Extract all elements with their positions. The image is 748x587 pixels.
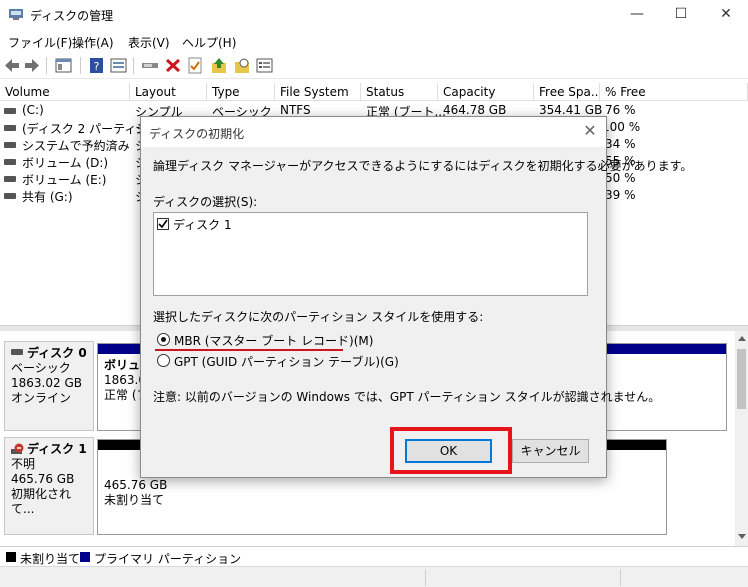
toolbar: ? — [0, 52, 748, 79]
ok-highlight-annotation — [390, 427, 512, 474]
disk-icon — [11, 349, 23, 355]
checkmark-icon — [158, 219, 168, 229]
dialog-note: 注意: 以前のバージョンの Windows では、GPT パーティション スタイ… — [153, 390, 661, 404]
disk-error-icon — [11, 443, 24, 454]
legend: 未割り当て プライマリ パーティション — [0, 546, 748, 566]
dialog-close-icon[interactable]: ✕ — [580, 121, 600, 141]
menu-action[interactable]: 操作(A) — [72, 34, 114, 51]
properties-icon[interactable] — [55, 57, 73, 74]
window-title: ディスクの管理 — [30, 9, 114, 23]
cancel-button[interactable]: キャンセル — [512, 439, 589, 463]
search-icon[interactable] — [233, 57, 251, 74]
help-icon[interactable]: ? — [88, 57, 106, 74]
check-icon[interactable] — [186, 57, 204, 74]
drive-icon — [4, 193, 16, 199]
disk-1-label[interactable]: ディスク 1 不明 465.76 GB 初期化されて... — [4, 437, 94, 535]
col-percent-free[interactable]: % Free — [600, 83, 748, 101]
dialog-intro: 論理ディスク マネージャーがアクセスできるようにするにはディスクを初期化する必要… — [153, 159, 693, 173]
maximize-button[interactable]: ☐ — [659, 0, 703, 30]
view-icon[interactable] — [110, 57, 128, 74]
col-layout[interactable]: Layout — [130, 83, 207, 101]
col-status[interactable]: Status — [361, 83, 438, 101]
partition-style-label: 選択したディスクに次のパーティション スタイルを使用する: — [153, 310, 484, 324]
minimize-button[interactable]: — — [615, 0, 659, 30]
dialog-title: ディスクの初期化 — [149, 127, 245, 141]
forward-icon[interactable] — [23, 57, 41, 74]
connect-icon[interactable] — [141, 57, 159, 74]
delete-icon[interactable] — [164, 57, 182, 74]
drive-icon — [4, 108, 16, 114]
primary-swatch — [80, 552, 90, 562]
disk-1-checkbox[interactable] — [157, 218, 169, 230]
col-type[interactable]: Type — [207, 83, 275, 101]
mbr-radio-label[interactable]: MBR (マスター ブート レコード)(M) — [174, 332, 373, 349]
disk-view-scrollbar[interactable] — [735, 331, 748, 546]
initialize-disk-dialog: ディスクの初期化 ✕ 論理ディスク マネージャーがアクセスできるようにするにはデ… — [140, 116, 692, 478]
disk-1-item-label: ディスク 1 — [173, 218, 232, 232]
col-volume[interactable]: Volume — [0, 83, 130, 101]
drive-icon — [4, 159, 16, 165]
mbr-underline-annotation — [155, 349, 343, 351]
disk-0-label[interactable]: ディスク 0 ベーシック 1863.02 GB オンライン — [4, 341, 94, 431]
up-icon[interactable] — [210, 57, 228, 74]
close-button[interactable]: ✕ — [704, 0, 748, 30]
menu-file[interactable]: ファイル(F) — [8, 34, 72, 51]
drive-icon — [4, 125, 16, 131]
menu-view[interactable]: 表示(V) — [128, 34, 170, 51]
drive-icon — [4, 142, 16, 148]
dialog-titlebar: ディスクの初期化 ✕ — [141, 117, 606, 147]
back-icon[interactable] — [3, 57, 21, 74]
col-free-space[interactable]: Free Spa... — [534, 83, 600, 101]
window-titlebar: ディスクの管理 — ☐ ✕ — [0, 0, 748, 30]
list-icon[interactable] — [256, 57, 274, 74]
scroll-thumb[interactable] — [737, 349, 746, 409]
drive-icon — [4, 176, 16, 182]
menu-help[interactable]: ヘルプ(H) — [182, 34, 236, 51]
scroll-up-icon[interactable] — [738, 336, 746, 341]
disk-select-label: ディスクの選択(S): — [153, 195, 258, 209]
disk-management-app-icon — [9, 9, 23, 20]
mbr-radio[interactable] — [157, 333, 170, 346]
col-capacity[interactable]: Capacity — [438, 83, 534, 101]
unallocated-swatch — [6, 552, 16, 562]
disk-select-list[interactable]: ディスク 1 — [153, 212, 588, 296]
gpt-radio[interactable] — [157, 354, 170, 367]
status-bar — [0, 566, 748, 587]
scroll-down-icon[interactable] — [738, 534, 746, 539]
col-file-system[interactable]: File System — [275, 83, 361, 101]
menu-bar: ファイル(F) 操作(A) 表示(V) ヘルプ(H) — [0, 30, 748, 52]
svg-text:?: ? — [94, 60, 100, 73]
gpt-radio-label[interactable]: GPT (GUID パーティション テーブル)(G) — [174, 353, 399, 370]
